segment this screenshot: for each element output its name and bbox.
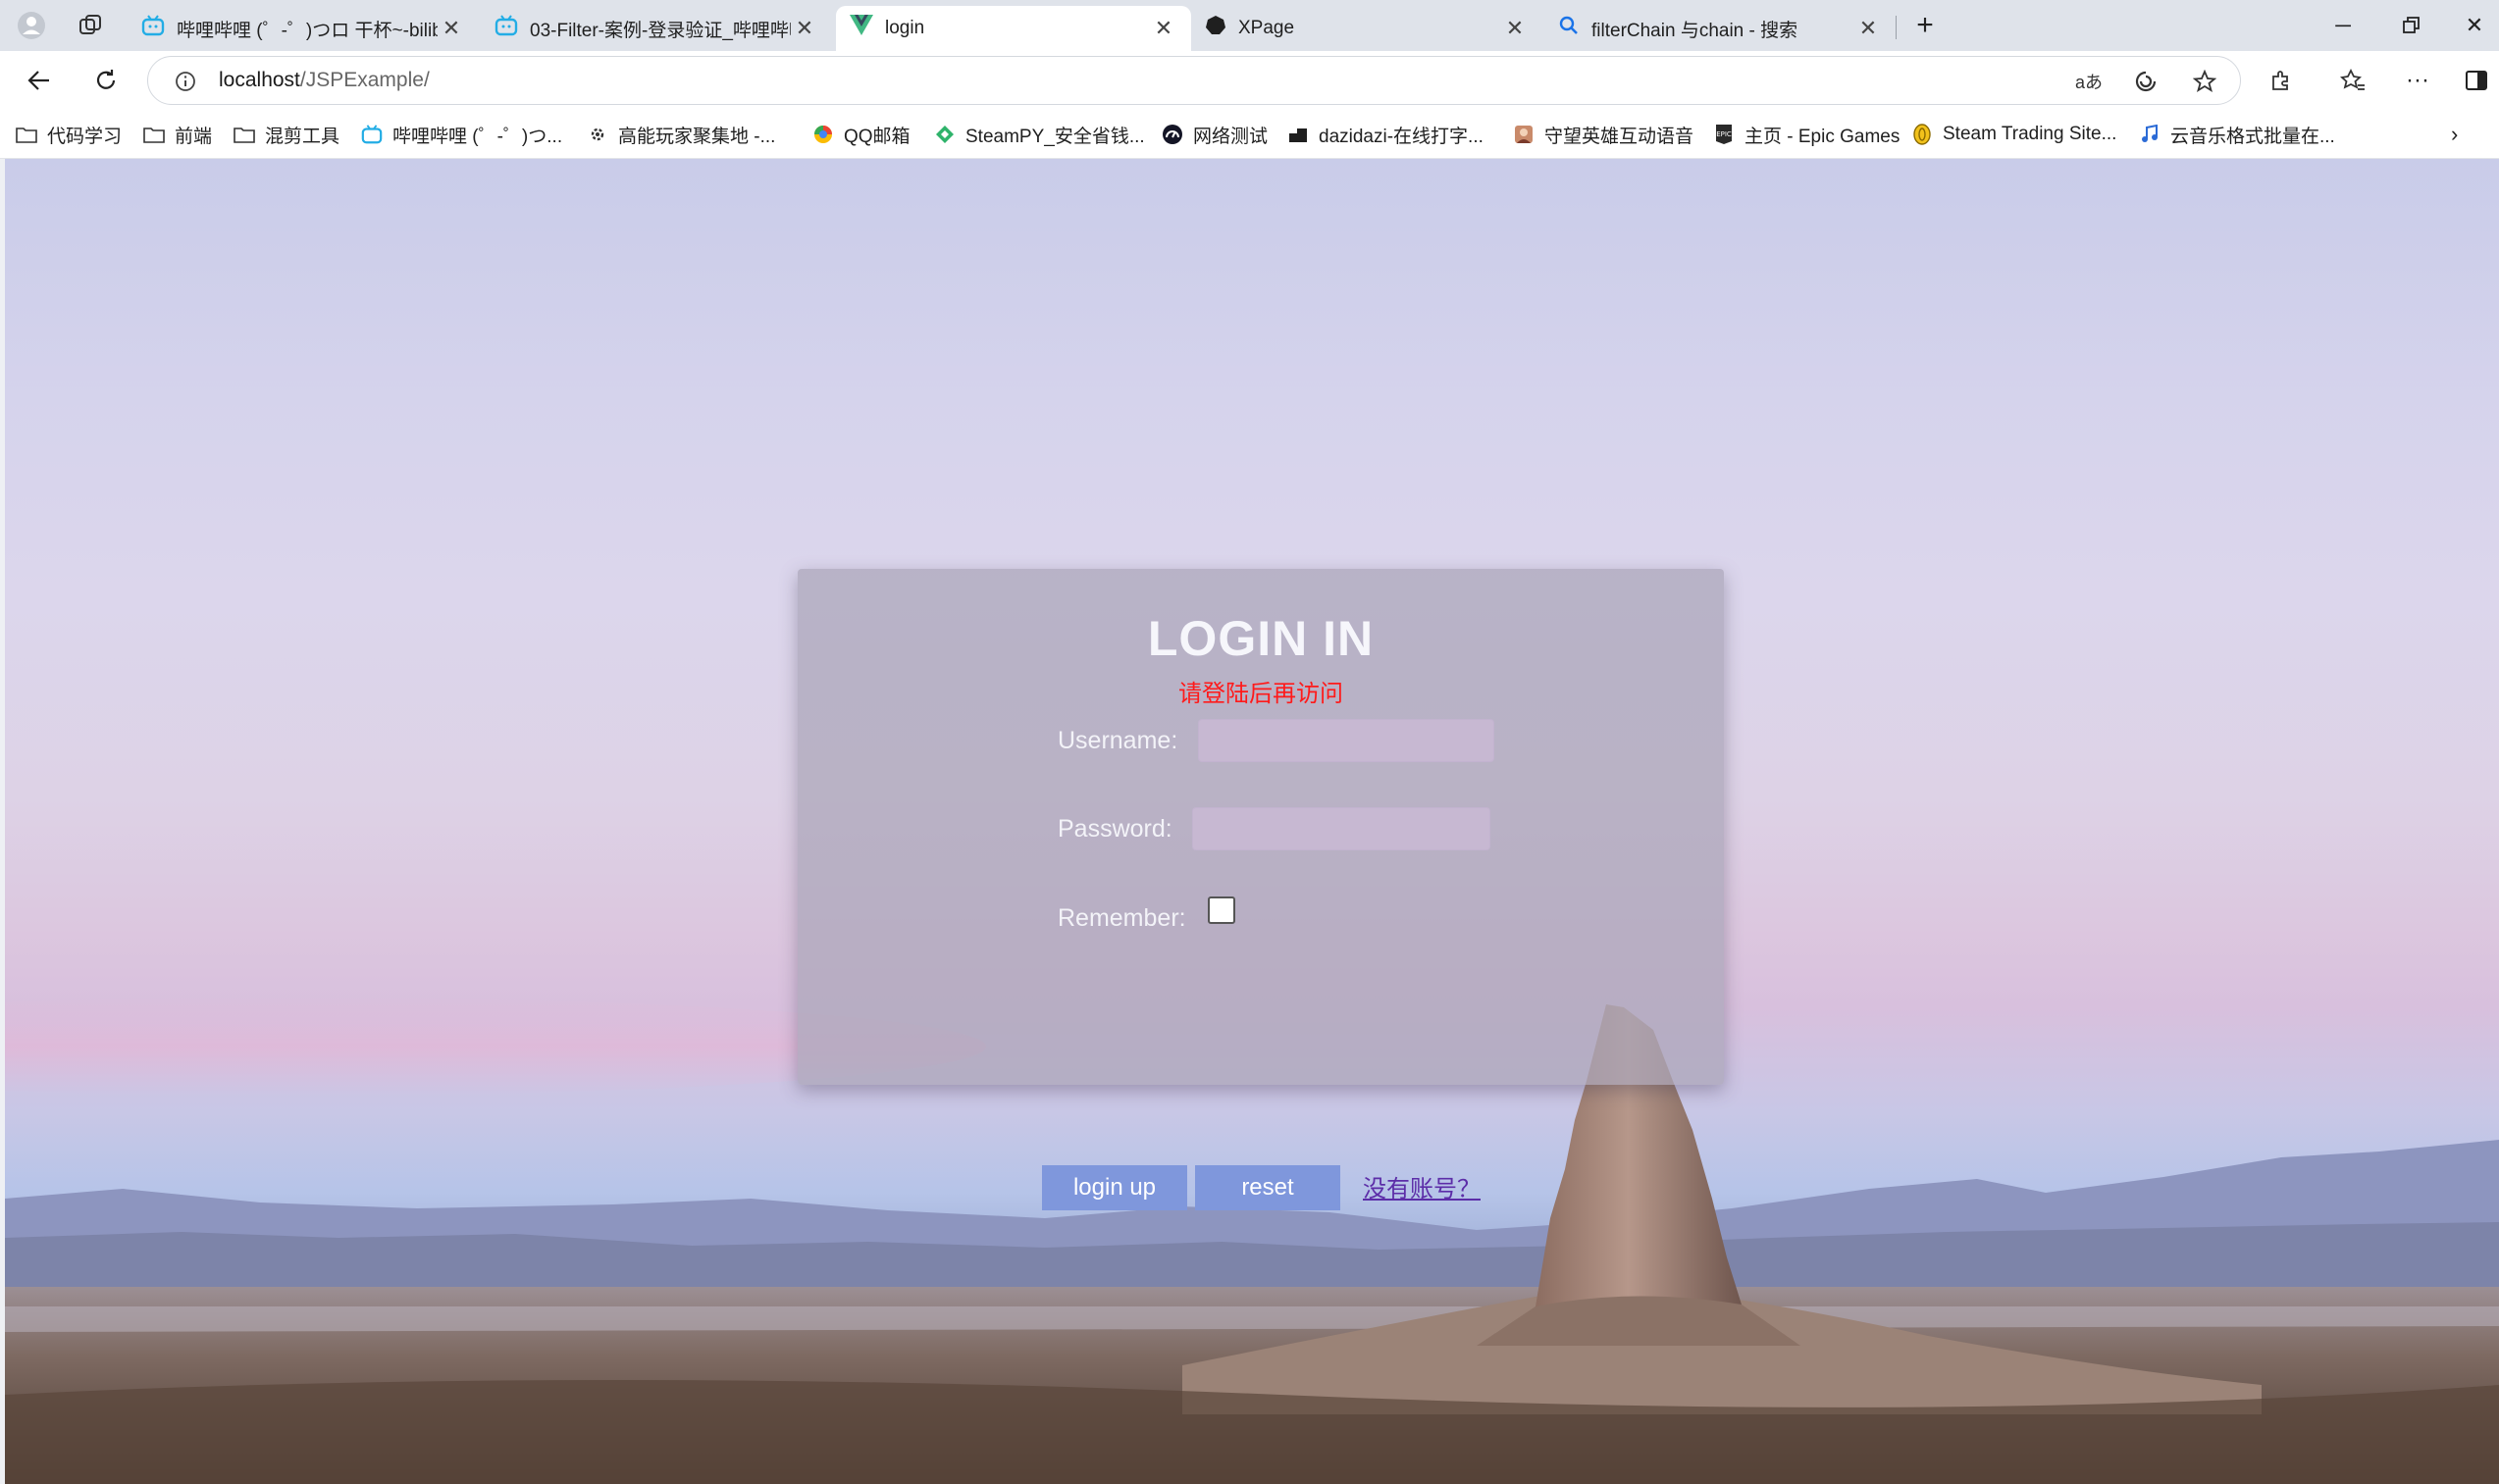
url-path: /JSPExample/ [299,69,430,91]
folder-icon [143,124,165,145]
tab-title: filterChain 与chain - 搜索 [1591,20,1798,41]
new-tab-icon[interactable]: + [1907,8,1943,43]
tab-title: XPage [1238,18,1295,38]
tab-title: 03-Filter-案例-登录验证_哔哩哔哩 [530,20,791,41]
tab-filter-video[interactable]: 03-Filter-案例-登录验证_哔哩哔哩 ✕ [481,6,832,51]
workspaces-icon[interactable] [73,8,108,43]
bookmark-label: SteamPY_安全省钱... [965,126,1145,147]
bookmark-overwatch-voice[interactable]: 守望英雄互动语音 [1513,118,1693,151]
favorites-icon[interactable] [2331,59,2374,102]
remember-checkbox[interactable] [1208,896,1235,924]
sidebar-toggle-icon[interactable] [2455,59,2498,102]
search-icon [1558,15,1580,42]
page-viewport: LOGIN IN 请登陆后再访问 Username: Password: Rem… [5,159,2499,1484]
restore-icon[interactable] [2382,6,2441,45]
profile-avatar-icon[interactable] [14,8,49,43]
bilibili-icon [141,14,165,43]
bookmark-label: 守望英雄互动语音 [1544,126,1694,147]
login-button[interactable]: login up [1042,1165,1187,1210]
bookmark-speedtest[interactable]: 网络测试 [1162,118,1268,151]
bilibili-icon [495,14,518,43]
bookmark-steam-trading[interactable]: Steam Trading Site... [1911,118,2116,151]
tab-search-filterchain[interactable]: filterChain 与chain - 搜索 ✕ [1544,6,1896,51]
avatar-icon [1513,124,1535,145]
tab-title: login [885,18,925,38]
bookmark-bilibili[interactable]: 哔哩哔哩 (゜-゜)つ... [361,118,562,151]
immersive-reader-icon[interactable] [2130,66,2161,97]
epic-icon: EPIC [1713,124,1735,145]
music-icon [2139,124,2161,145]
bookmark-label: 高能玩家聚集地 -... [618,126,776,147]
bookmark-qq-mail[interactable]: QQ邮箱 [812,118,911,151]
qq-mail-icon [812,124,834,145]
bookmark-music-convert[interactable]: 云音乐格式批量在... [2139,118,2335,151]
close-tab-icon[interactable]: ✕ [1854,16,1882,41]
bookmark-label: dazidazi-在线打字... [1319,126,1484,147]
bookmark-label: 代码学习 [47,126,123,147]
close-tab-icon[interactable]: ✕ [791,16,818,41]
extensions-icon[interactable] [2259,59,2302,102]
remember-label: Remember: [1058,904,1186,932]
tab-title: 哔哩哔哩 (゜-゜)つロ 干杯~-bilibili [177,20,438,41]
back-arrow-icon[interactable] [18,59,61,102]
gear-icon [587,124,608,145]
url-text[interactable]: localhost/JSPExample/ [219,69,430,92]
minimize-icon[interactable]: ─ [2314,6,2372,45]
keyboard-icon [1287,124,1309,145]
username-label: Username: [1058,727,1178,754]
bookmark-dazidazi[interactable]: dazidazi-在线打字... [1287,118,1484,151]
tab-xpage[interactable]: XPage ✕ [1191,6,1542,51]
bookmark-label: QQ邮箱 [844,126,911,147]
bookmark-folder-editing[interactable]: 混剪工具 [234,118,339,151]
more-menu-icon[interactable]: ··· [2396,59,2439,102]
login-error-message: 请登陆后再访问 [1178,681,1343,707]
folder-icon [16,124,37,145]
password-input[interactable] [1192,807,1490,850]
folder-icon [234,124,255,145]
address-bar[interactable]: localhost/JSPExample/ aあ [147,56,2241,105]
bookmark-label: 云音乐格式批量在... [2170,126,2335,147]
url-host: localhost [219,69,300,91]
bookmark-gamers[interactable]: 高能玩家聚集地 -... [587,118,775,151]
bookmark-label: Steam Trading Site... [1943,124,2117,144]
close-tab-icon[interactable]: ✕ [1150,16,1177,41]
reset-button[interactable]: reset [1195,1165,1340,1210]
tab-login[interactable]: login ✕ [836,6,1191,51]
chevron-right-icon[interactable]: › [2451,118,2458,151]
bookmark-folder-code[interactable]: 代码学习 [16,118,122,151]
bookmark-label: 哔哩哔哩 (゜-゜)つ... [392,126,563,147]
tab-divider [1896,16,1897,39]
login-panel: LOGIN IN 请登陆后再访问 Username: Password: Rem… [798,569,1724,1210]
coin-icon [1911,124,1933,145]
tab-strip: 哔哩哔哩 (゜-゜)つロ 干杯~-bilibili ✕ 03-Filter-案例… [0,0,2499,51]
bookmark-label: 混剪工具 [265,126,340,147]
bilibili-icon [361,124,383,145]
close-window-icon[interactable]: ✕ [2445,6,2499,45]
steampy-icon [934,124,956,145]
password-label: Password: [1058,815,1172,843]
xpage-icon [1205,15,1226,42]
address-toolbar: localhost/JSPExample/ aあ ··· [0,51,2499,110]
register-link[interactable]: 没有账号？ [1363,1169,1481,1203]
username-input[interactable] [1198,719,1494,762]
tab-bilibili-home[interactable]: 哔哩哔哩 (゜-゜)つロ 干杯~-bilibili ✕ [128,6,479,51]
bookmark-steampy[interactable]: SteamPY_安全省钱... [934,118,1145,151]
bookmark-epic-games[interactable]: EPIC 主页 - Epic Games [1713,118,1900,151]
read-aloud-icon[interactable]: aあ [2073,66,2105,97]
bookmark-label: 主页 - Epic Games [1744,126,1900,147]
svg-text:EPIC: EPIC [1716,130,1732,138]
login-title: LOGIN IN [1147,611,1375,666]
bookmarks-bar: 代码学习 前端 混剪工具 哔哩哔哩 (゜-゜)つ... 高能玩家聚集地 -...… [0,110,2499,159]
bookmark-label: 网络测试 [1193,126,1269,147]
site-info-icon[interactable] [170,66,201,97]
speedtest-icon [1162,124,1183,145]
bookmark-folder-frontend[interactable]: 前端 [143,118,212,151]
close-tab-icon[interactable]: ✕ [1501,16,1529,41]
favorite-star-icon[interactable] [2189,66,2220,97]
close-tab-icon[interactable]: ✕ [438,16,465,41]
bookmark-label: 前端 [175,126,213,147]
vue-icon [850,15,873,42]
refresh-icon[interactable] [84,59,128,102]
